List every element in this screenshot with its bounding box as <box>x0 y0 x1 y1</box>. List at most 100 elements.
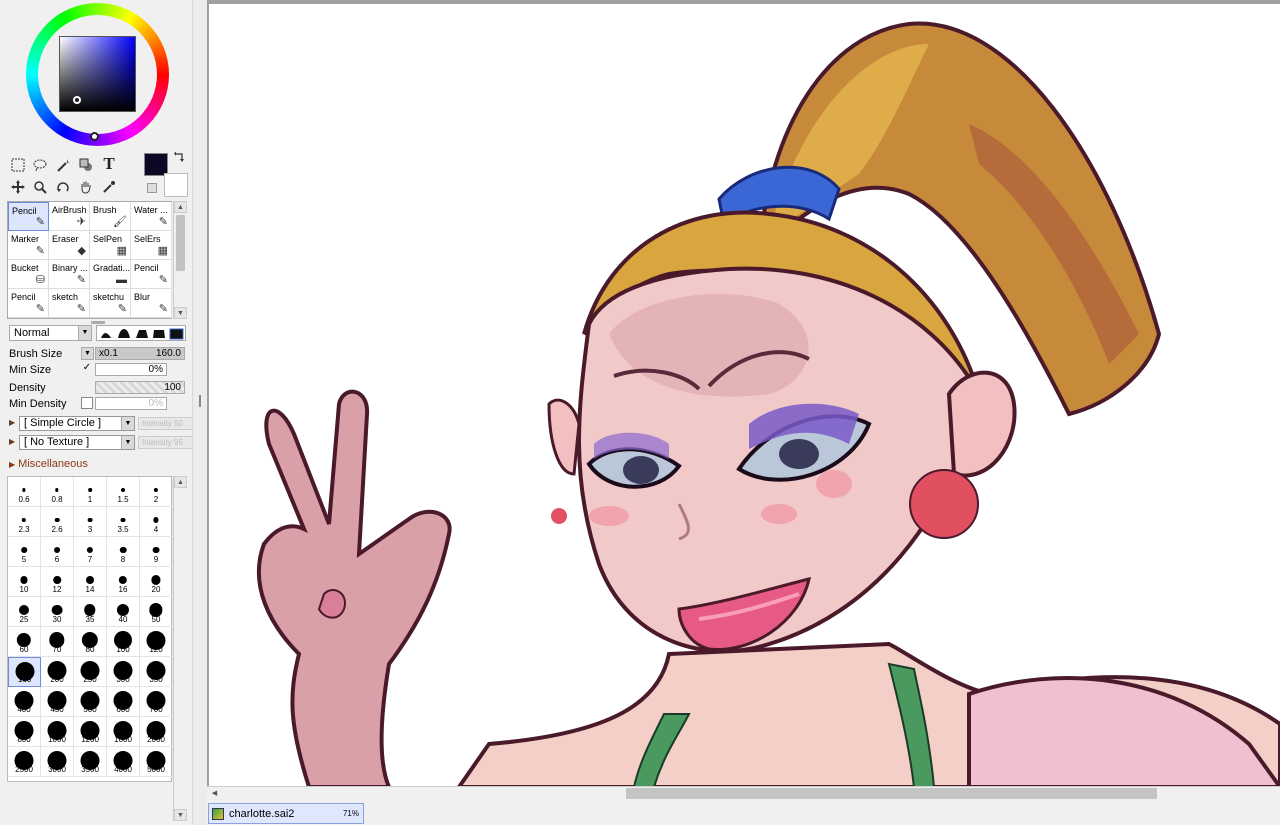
hand-icon[interactable] <box>77 178 95 196</box>
brush-slot[interactable]: Pencil ✎ <box>131 260 172 289</box>
size-preset[interactable]: 60 <box>8 627 41 657</box>
hue-picker-marker[interactable] <box>90 132 99 141</box>
text-icon[interactable]: T <box>100 154 118 173</box>
magic-wand-icon[interactable] <box>54 156 72 174</box>
size-preset[interactable]: 6 <box>41 537 74 567</box>
brush-slot[interactable]: sketch ✎ <box>49 289 90 318</box>
size-preset[interactable]: 12 <box>41 567 74 597</box>
size-preset[interactable]: 3.5 <box>107 507 140 537</box>
size-preset[interactable]: 1000 <box>41 717 74 747</box>
size-preset[interactable]: 600 <box>107 687 140 717</box>
panel-divider[interactable] <box>192 0 207 825</box>
miscellaneous-section[interactable]: ▶ Miscellaneous <box>9 458 88 470</box>
size-preset[interactable]: 700 <box>140 687 173 717</box>
eyedropper-icon[interactable] <box>100 178 118 196</box>
min-density-checkbox[interactable] <box>81 397 93 409</box>
size-preset[interactable]: 120 <box>140 627 173 657</box>
scroll-down-icon[interactable]: ▼ <box>174 809 187 821</box>
scroll-up-icon[interactable]: ▲ <box>174 201 187 213</box>
brush-slot[interactable]: AirBrush ✈ <box>49 202 90 231</box>
size-preset[interactable]: 7 <box>74 537 107 567</box>
size-preset[interactable]: 200 <box>41 657 74 687</box>
size-preset[interactable]: 10 <box>8 567 41 597</box>
brush-slot[interactable]: SelPen ▦ <box>90 231 131 260</box>
saturation-value-square[interactable] <box>59 36 136 112</box>
size-preset[interactable]: 4000 <box>107 747 140 777</box>
size-preset[interactable]: 40 <box>107 597 140 627</box>
shape-intensity-slider[interactable]: Intensity 50 <box>138 417 194 430</box>
size-preset[interactable]: 250 <box>74 657 107 687</box>
brush-slot[interactable]: Eraser ◆ <box>49 231 90 260</box>
size-preset[interactable]: 2 <box>140 477 173 507</box>
brush-slot[interactable]: sketchu ✎ <box>90 289 131 318</box>
brush-slot[interactable]: Bucket ⛁ <box>8 260 49 289</box>
expand-arrow-icon[interactable]: ▶ <box>9 418 15 427</box>
size-preset[interactable]: 0.6 <box>8 477 41 507</box>
size-preset[interactable]: 80 <box>74 627 107 657</box>
size-preset[interactable]: 100 <box>107 627 140 657</box>
brush-slot[interactable]: SelErs ▦ <box>131 231 172 260</box>
min-size-slider[interactable]: 0% <box>95 363 167 376</box>
min-size-checkbox[interactable]: ✓ <box>81 363 93 375</box>
size-preset[interactable]: 16 <box>107 567 140 597</box>
scroll-up-icon[interactable]: ▲ <box>174 476 187 488</box>
size-preset[interactable]: 2.3 <box>8 507 41 537</box>
size-preset[interactable]: 3000 <box>41 747 74 777</box>
fill-shape-icon[interactable] <box>77 156 95 174</box>
size-preset[interactable]: 20 <box>140 567 173 597</box>
brush-size-slider[interactable]: x0.1 160.0 <box>95 347 185 360</box>
size-preset[interactable]: 8 <box>107 537 140 567</box>
size-preset[interactable]: 800 <box>8 717 41 747</box>
brush-slot[interactable]: Pencil ✎ <box>8 289 49 318</box>
canvas-viewport[interactable] <box>207 0 1280 800</box>
size-preset[interactable]: 0.8 <box>41 477 74 507</box>
canvas-horizontal-scrollbar[interactable]: ◀ <box>207 786 1280 800</box>
reset-colors-icon[interactable] <box>147 183 157 193</box>
size-preset[interactable]: 2.6 <box>41 507 74 537</box>
size-preset[interactable]: 2500 <box>8 747 41 777</box>
min-density-slider[interactable]: 0% <box>95 397 167 410</box>
size-preset[interactable]: 1 <box>74 477 107 507</box>
size-preset[interactable]: 160 <box>8 657 41 687</box>
texture-select[interactable]: [ No Texture ] ▼ <box>19 435 135 450</box>
scroll-left-icon[interactable]: ◀ <box>209 788 220 799</box>
brush-slot[interactable]: Pencil ✎ <box>8 202 49 231</box>
size-preset[interactable]: 4 <box>140 507 173 537</box>
size-preset[interactable]: 450 <box>41 687 74 717</box>
size-preset[interactable]: 25 <box>8 597 41 627</box>
size-preset[interactable]: 14 <box>74 567 107 597</box>
brush-list-scrollbar[interactable]: ▲ ▼ <box>173 201 187 319</box>
brush-slot[interactable]: Gradati... ▬ <box>90 260 131 289</box>
blend-mode-select[interactable]: Normal ▼ <box>9 325 92 341</box>
scroll-thumb[interactable] <box>626 788 1157 799</box>
scroll-down-icon[interactable]: ▼ <box>174 307 187 319</box>
size-preset[interactable]: 350 <box>140 657 173 687</box>
expand-arrow-icon[interactable]: ▶ <box>9 437 15 446</box>
size-preset[interactable]: 1600 <box>107 717 140 747</box>
size-preset[interactable]: 3 <box>74 507 107 537</box>
size-preset[interactable]: 50 <box>140 597 173 627</box>
brush-shape-select[interactable]: [ Simple Circle ] ▼ <box>19 416 135 431</box>
file-tab[interactable]: charlotte.sai2 71% <box>208 803 364 824</box>
texture-intensity-slider[interactable]: Intensity 95 <box>138 436 194 449</box>
size-presets-scrollbar[interactable]: ▲ ▼ <box>173 476 187 821</box>
size-preset[interactable]: 2000 <box>140 717 173 747</box>
size-preset[interactable]: 9 <box>140 537 173 567</box>
size-preset[interactable]: 1200 <box>74 717 107 747</box>
zoom-icon[interactable] <box>31 178 49 196</box>
size-preset[interactable]: 400 <box>8 687 41 717</box>
drawing-canvas[interactable] <box>209 4 1280 787</box>
size-preset[interactable]: 3500 <box>74 747 107 777</box>
size-preset[interactable]: 70 <box>41 627 74 657</box>
size-preset[interactable]: 300 <box>107 657 140 687</box>
sv-picker-marker[interactable] <box>73 96 81 104</box>
size-preset[interactable]: 5 <box>8 537 41 567</box>
size-preset[interactable]: 35 <box>74 597 107 627</box>
rotate-icon[interactable] <box>54 178 72 196</box>
background-color-swatch[interactable] <box>164 173 188 197</box>
size-preset[interactable]: 5000 <box>140 747 173 777</box>
size-preset[interactable]: 1.5 <box>107 477 140 507</box>
rect-select-icon[interactable] <box>9 156 27 174</box>
lasso-icon[interactable] <box>31 156 49 174</box>
density-slider[interactable]: 100 <box>95 381 185 394</box>
